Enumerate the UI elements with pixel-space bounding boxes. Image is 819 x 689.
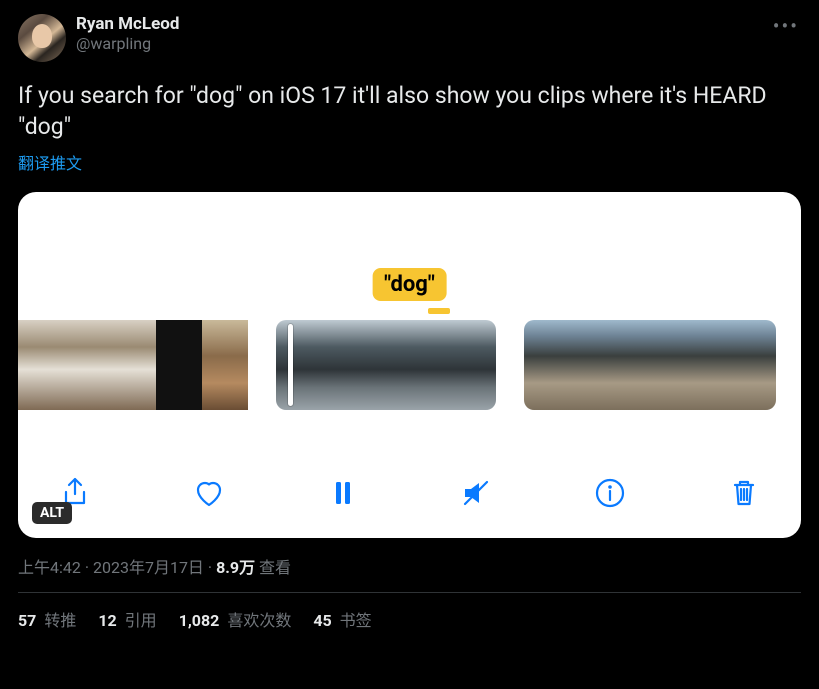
- translate-link[interactable]: 翻译推文: [18, 150, 801, 174]
- avatar[interactable]: [18, 14, 66, 62]
- tweet-meta: 上午4:42 · 2023年7月17日 · 8.9万 查看: [18, 554, 801, 578]
- divider: [18, 592, 801, 593]
- views-count: 8.9万: [216, 558, 255, 577]
- tweet-date[interactable]: 2023年7月17日: [93, 558, 204, 577]
- video-filmstrip: [18, 320, 801, 410]
- clip-group-1[interactable]: [18, 320, 248, 410]
- info-icon[interactable]: [593, 476, 627, 514]
- media-attachment[interactable]: "dog": [18, 192, 801, 538]
- pause-icon[interactable]: [326, 476, 360, 514]
- heart-icon[interactable]: [192, 476, 226, 514]
- search-tag-marker: [428, 308, 450, 314]
- search-tag-bubble: "dog": [372, 268, 447, 301]
- more-options-icon[interactable]: •••: [773, 14, 799, 38]
- tweet-header: Ryan McLeod @warpling •••: [18, 14, 801, 62]
- tweet-time[interactable]: 上午4:42: [18, 558, 81, 577]
- user-info[interactable]: Ryan McLeod @warpling: [76, 14, 179, 53]
- quotes-stat[interactable]: 12 引用: [98, 607, 156, 631]
- bookmarks-stat[interactable]: 45 书签: [313, 607, 371, 631]
- engagement-stats: 57 转推 12 引用 1,082 喜欢次数 45 书签: [18, 607, 801, 631]
- likes-stat[interactable]: 1,082 喜欢次数: [179, 607, 292, 631]
- media-toolbar: [18, 476, 801, 514]
- tweet-container: Ryan McLeod @warpling ••• If you search …: [0, 0, 819, 631]
- trash-icon[interactable]: [727, 476, 761, 514]
- retweets-stat[interactable]: 57 转推: [18, 607, 76, 631]
- mute-icon[interactable]: [459, 476, 493, 514]
- views-label: 查看: [255, 558, 291, 577]
- tweet-text: If you search for "dog" on iOS 17 it'll …: [18, 80, 801, 142]
- clip-group-2[interactable]: [276, 320, 496, 410]
- scrubber-handle[interactable]: [288, 324, 293, 406]
- user-handle: @warpling: [76, 34, 179, 53]
- display-name: Ryan McLeod: [76, 14, 179, 34]
- clip-group-3[interactable]: [524, 320, 776, 410]
- alt-badge[interactable]: ALT: [32, 502, 72, 524]
